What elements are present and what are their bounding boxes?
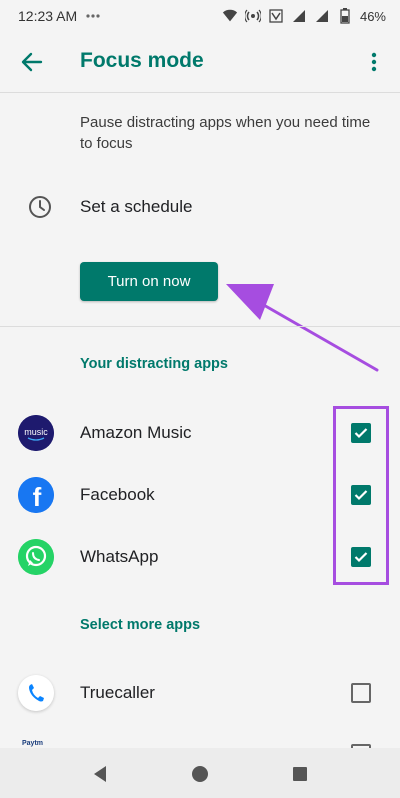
facebook-icon-text: f xyxy=(33,482,42,512)
wifi-icon xyxy=(222,8,238,24)
signal-icon xyxy=(314,8,330,24)
turn-on-now-button[interactable]: Turn on now xyxy=(80,262,218,301)
status-time: 12:23 AM xyxy=(18,8,78,24)
nav-home-icon[interactable] xyxy=(190,764,210,784)
set-schedule-label: Set a schedule xyxy=(80,197,193,216)
volte-icon xyxy=(268,8,284,24)
status-bar: 12:23 AM 46% xyxy=(0,0,400,32)
page-title: Focus mode xyxy=(80,49,204,72)
checkbox-truecaller[interactable] xyxy=(351,683,371,703)
paytm-icon: Paytm xyxy=(22,740,44,747)
section-distracting-apps-title: Your distracting apps xyxy=(80,356,228,372)
arrow-back-icon[interactable] xyxy=(18,48,46,76)
app-bar: Focus mode xyxy=(0,32,400,92)
annotation-highlight-box xyxy=(333,406,389,585)
system-nav-bar xyxy=(0,748,400,798)
app-name: WhatsApp xyxy=(80,547,159,566)
app-row-truecaller[interactable]: Truecaller xyxy=(0,664,400,722)
battery-icon xyxy=(337,8,353,24)
amazon-music-icon: music xyxy=(18,415,54,451)
battery-percent: 46% xyxy=(359,8,386,24)
whatsapp-icon xyxy=(18,539,54,575)
clock-icon xyxy=(27,194,53,220)
app-name: Facebook xyxy=(80,485,155,504)
app-name: Amazon Music xyxy=(80,423,192,442)
section-select-more-apps-title: Select more apps xyxy=(80,617,201,633)
amazon-music-icon-text: music xyxy=(24,427,48,437)
set-schedule-row[interactable]: Set a schedule xyxy=(0,182,400,234)
app-name: Truecaller xyxy=(80,683,155,702)
divider xyxy=(0,326,400,327)
focus-mode-description: Pause distracting apps when you need tim… xyxy=(80,114,371,152)
facebook-icon: f xyxy=(18,477,54,513)
hotspot-icon xyxy=(244,8,261,24)
truecaller-icon xyxy=(18,675,54,711)
divider xyxy=(0,92,400,93)
more-vert-icon[interactable] xyxy=(362,48,386,76)
nav-back-icon[interactable] xyxy=(90,764,110,784)
nav-recents-icon[interactable] xyxy=(290,764,310,784)
signal-icon xyxy=(291,8,307,24)
more-notifications-icon xyxy=(85,8,101,24)
